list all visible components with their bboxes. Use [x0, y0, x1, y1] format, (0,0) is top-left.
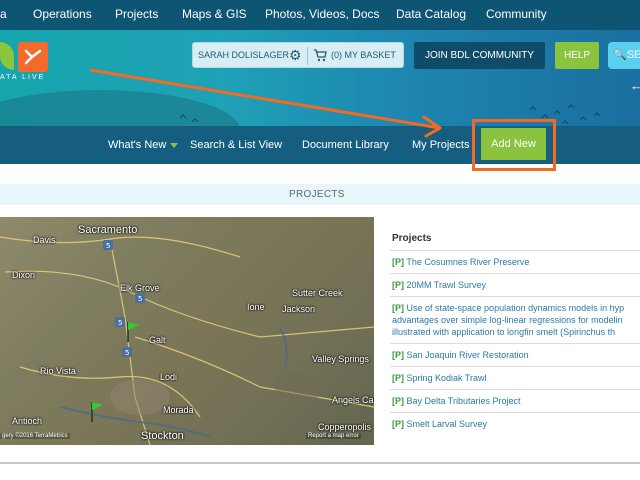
annotation-arrow-icon — [89, 68, 442, 138]
